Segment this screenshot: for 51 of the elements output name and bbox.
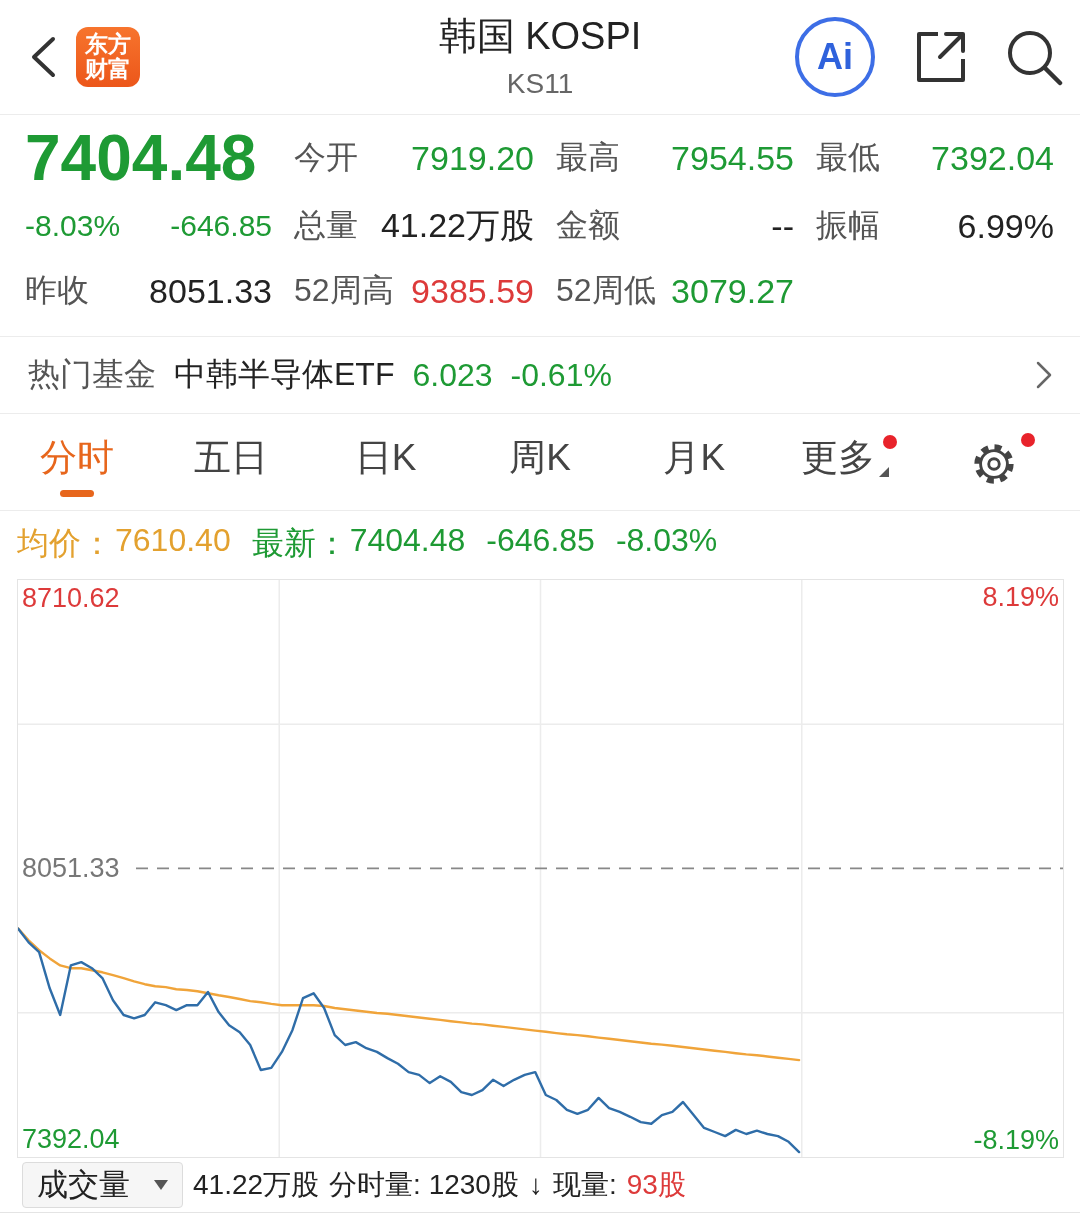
back-icon[interactable] <box>30 36 56 78</box>
stat-label: 振幅 <box>816 206 880 245</box>
legend-label: 最新： <box>251 524 348 563</box>
stat-label: 今开 <box>294 138 358 177</box>
volume-text: 分时量: 1230股 <box>329 1168 519 1202</box>
change-amount: -646.85 <box>170 209 272 243</box>
volume-text: 现量: <box>552 1168 617 1202</box>
search-icon[interactable] <box>1005 28 1063 86</box>
chevron-right-icon[interactable] <box>1036 361 1052 389</box>
change-percent: -8.03% <box>25 209 121 243</box>
stat-label: 52周低 <box>556 271 656 310</box>
stat-value: 9385.59 <box>411 271 534 311</box>
chart-tab[interactable]: 月K <box>663 423 726 501</box>
fund-name: 中韩半导体ETF <box>174 355 395 394</box>
stat-label: 总量 <box>294 206 358 245</box>
stat-label: 昨收 <box>25 271 89 310</box>
stat-value: 41.22万股 <box>380 205 534 246</box>
ticker-code: KS11 <box>506 68 574 100</box>
caret-icon <box>154 1180 168 1190</box>
stat-value: -- <box>771 206 794 246</box>
chart-tab[interactable]: 周K <box>509 423 571 501</box>
legend-value: 7610.40 <box>115 522 231 560</box>
legend-label: 均价： <box>17 524 113 563</box>
page-title: 韩国 KOSPI <box>438 14 642 58</box>
stat-label: 金额 <box>556 206 620 245</box>
indicator-dropdown[interactable]: 成交量 <box>22 1162 183 1208</box>
ai-button[interactable]: Ai <box>795 17 875 97</box>
stat-value: 7954.55 <box>671 138 794 178</box>
more-tab[interactable]: 更多 <box>800 423 897 501</box>
volume-text: ↓ <box>528 1169 543 1201</box>
stat-value: 7919.20 <box>411 138 534 178</box>
stat-value: 3079.27 <box>671 271 794 311</box>
stat-label: 最低 <box>816 138 880 177</box>
volume-text: 93股 <box>626 1168 686 1202</box>
app-logo: 东方财富 <box>76 27 140 87</box>
last-price: 7404.48 <box>25 126 258 190</box>
stat-label: 52周高 <box>294 271 394 310</box>
chart-tab[interactable]: 五日 <box>194 423 269 501</box>
stat-value: 6.99% <box>957 206 1054 246</box>
fund-change: -0.61% <box>510 356 612 394</box>
fund-section-label: 热门基金 <box>28 355 156 394</box>
caret-icon <box>878 467 889 477</box>
fund-price: 6.023 <box>412 356 493 394</box>
volume-text: 41.22万股 <box>193 1168 320 1202</box>
legend-value: 7404.48 <box>349 522 466 560</box>
legend-value: -8.03% <box>615 522 718 560</box>
legend-value: -646.85 <box>486 522 595 560</box>
chart-tab[interactable]: 日K <box>354 423 417 501</box>
stat-value: 8051.33 <box>149 271 272 311</box>
stat-value: 7392.04 <box>931 138 1054 178</box>
stat-label: 最高 <box>556 138 620 177</box>
